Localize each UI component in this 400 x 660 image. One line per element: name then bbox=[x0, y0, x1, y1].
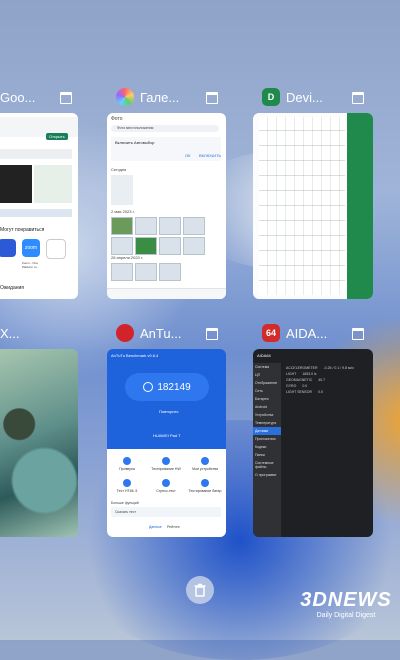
search-field[interactable]: Фото местоположения bbox=[111, 125, 219, 132]
sidebar-item-selected[interactable]: Датчики bbox=[253, 427, 281, 435]
watermark-brand: 3DNEWS bbox=[300, 589, 392, 611]
app-card-aida64[interactable]: AIDA64 Система ЦП Отображение Сеть Батар… bbox=[253, 349, 373, 537]
app-card-photo[interactable] bbox=[0, 349, 78, 537]
clear-all-button[interactable] bbox=[186, 576, 214, 604]
test-item[interactable]: Тестирование батар bbox=[187, 477, 223, 497]
nav-data[interactable]: Данные bbox=[149, 525, 162, 529]
app-card-antutu[interactable]: AnTuTu Benchmark v9.6.4 182149 Повторить… bbox=[107, 349, 226, 537]
card-header-aida64[interactable]: 64 AIDA... bbox=[262, 320, 352, 346]
section-title: Ожидания bbox=[0, 285, 24, 291]
sidebar-item[interactable]: Android bbox=[253, 403, 281, 411]
devcheck-icon: D bbox=[262, 88, 280, 106]
sidebar-item[interactable]: Сеть bbox=[253, 387, 281, 395]
card-header-photo[interactable]: X... bbox=[0, 320, 60, 346]
date-label: 28 апреля 2023 г. bbox=[111, 255, 143, 260]
card-header-devcheck[interactable]: D Devi... bbox=[262, 84, 352, 110]
app-card-play-store[interactable]: Открыть Могут понравиться zoom Zoom - On… bbox=[0, 113, 78, 299]
trash-icon bbox=[194, 583, 206, 597]
watermark-tagline: Daily Digital Digest bbox=[316, 612, 376, 619]
sidebar-item[interactable]: Устройства bbox=[253, 411, 281, 419]
sidebar-item[interactable]: Приложения bbox=[253, 435, 281, 443]
app-title: Devi... bbox=[286, 89, 323, 105]
nav-rating[interactable]: Рейтинг bbox=[167, 525, 180, 529]
autoselect-banner: Включить Автовыбор ОК ВКЛЮЧИТЬ bbox=[111, 137, 221, 161]
watermark: 3DNEWS Daily Digital Digest bbox=[300, 588, 392, 634]
test-item[interactable]: Проверка bbox=[109, 455, 145, 475]
app-card-devcheck[interactable] bbox=[253, 113, 373, 299]
sidebar-item[interactable]: Система bbox=[253, 363, 281, 371]
app-card-gallery[interactable]: Фото Фото местоположения Включить Автовы… bbox=[107, 113, 226, 299]
score-display: 182149 bbox=[125, 373, 209, 401]
gallery-header: Фото bbox=[111, 116, 123, 122]
app-title: Goo... bbox=[0, 89, 36, 105]
section-today: Сегодня bbox=[111, 167, 127, 172]
sidebar-item[interactable]: О программе bbox=[253, 471, 281, 479]
antutu-header: AnTuTu Benchmark v9.6.4 bbox=[111, 353, 159, 358]
antutu-icon bbox=[116, 324, 134, 342]
aida64-icon: 64 bbox=[262, 324, 280, 342]
enable-button[interactable]: ВКЛЮЧИТЬ bbox=[199, 153, 221, 158]
more-features: Больше функций bbox=[111, 501, 139, 505]
card-header-antutu[interactable]: AnTu... bbox=[116, 320, 206, 346]
sidebar-item[interactable]: Температура bbox=[253, 419, 281, 427]
sidebar-item[interactable]: ЦП bbox=[253, 371, 281, 379]
sidebar-item[interactable]: Системные файлы bbox=[253, 459, 281, 471]
aida-header: AIDA64 bbox=[257, 353, 271, 358]
window-mode-icon[interactable] bbox=[206, 328, 218, 340]
section-title: Могут понравиться bbox=[0, 227, 45, 233]
date-label: 2 мая 2023 г. bbox=[111, 209, 135, 214]
sidebar-item[interactable]: Отображение bbox=[253, 379, 281, 387]
window-mode-icon[interactable] bbox=[60, 92, 72, 104]
app-name: Zoom - One Platform to... bbox=[22, 261, 40, 269]
retest-link[interactable]: Повторить bbox=[159, 409, 179, 414]
score-value: 182149 bbox=[157, 381, 191, 393]
app-title: AnTu... bbox=[140, 325, 182, 341]
window-mode-icon[interactable] bbox=[352, 92, 364, 104]
app-title: Гале... bbox=[140, 89, 180, 105]
device-name: HUAWEI Pad T bbox=[153, 433, 181, 438]
window-mode-icon[interactable] bbox=[206, 92, 218, 104]
gallery-icon bbox=[116, 88, 134, 106]
ok-button[interactable]: ОК bbox=[185, 153, 190, 158]
app-title: X... bbox=[0, 325, 20, 341]
app-title: AIDA... bbox=[286, 325, 328, 341]
test-item[interactable]: Тестирование HW bbox=[148, 455, 184, 475]
window-mode-icon[interactable] bbox=[352, 328, 364, 340]
test-item[interactable]: Стресс-тест bbox=[148, 477, 184, 497]
open-button[interactable]: Открыть bbox=[46, 133, 68, 140]
sidebar-item[interactable]: Кодеки bbox=[253, 443, 281, 451]
sensor-row: LIGHT SENSOR 0.0 bbox=[286, 390, 323, 394]
promo-row[interactable]: Скачать тест bbox=[111, 507, 221, 517]
test-item[interactable]: Тест HTML 5 bbox=[109, 477, 145, 497]
aida-sidebar: Система ЦП Отображение Сеть Батарея Andr… bbox=[253, 363, 281, 537]
test-item[interactable]: Мои устройства bbox=[187, 455, 223, 475]
check-icon bbox=[143, 382, 154, 392]
card-header-gallery[interactable]: Гале... bbox=[116, 84, 206, 110]
sidebar-item[interactable]: Батарея bbox=[253, 395, 281, 403]
sidebar-item[interactable]: Папки bbox=[253, 451, 281, 459]
